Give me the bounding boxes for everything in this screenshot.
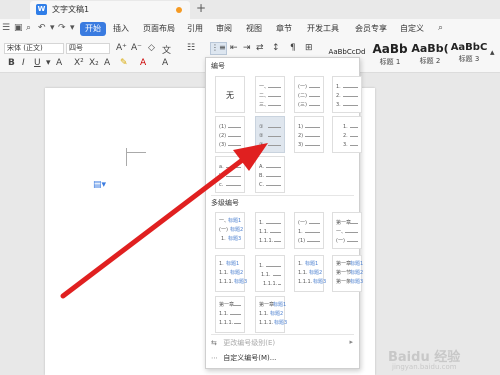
arrow-head [233,143,268,171]
annotation-arrow [60,143,268,299]
baidu-jingyan-watermark: Baidu 经验 jingyan.baidu.com [388,346,498,374]
arrow-shaft [60,155,248,299]
watermark-url: jingyan.baidu.com [392,363,457,371]
